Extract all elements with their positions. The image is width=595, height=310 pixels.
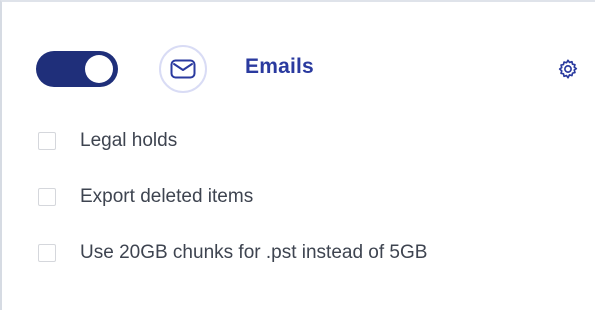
section-header: Emails: [36, 42, 595, 94]
option-label: Use 20GB chunks for .pst instead of 5GB: [80, 242, 428, 263]
option-label: Export deleted items: [80, 186, 254, 207]
gear-icon[interactable]: [557, 58, 579, 80]
envelope-icon-glyph: [170, 59, 196, 79]
email-backup-panel: Emails Legal holds Export deleted items …: [0, 0, 595, 310]
option-pst-chunks[interactable]: Use 20GB chunks for .pst instead of 5GB: [38, 242, 427, 264]
legal-holds-checkbox[interactable]: [38, 132, 56, 150]
option-export-deleted-items[interactable]: Export deleted items: [38, 186, 427, 208]
toggle-knob: [85, 55, 113, 83]
option-label: Legal holds: [80, 130, 178, 151]
pst-chunks-checkbox[interactable]: [38, 244, 56, 262]
option-legal-holds[interactable]: Legal holds: [38, 130, 427, 152]
email-options-list: Legal holds Export deleted items Use 20G…: [38, 130, 427, 264]
envelope-icon: [159, 45, 207, 93]
export-deleted-items-checkbox[interactable]: [38, 188, 56, 206]
section-title: Emails: [245, 55, 314, 78]
emails-toggle[interactable]: [36, 51, 118, 87]
